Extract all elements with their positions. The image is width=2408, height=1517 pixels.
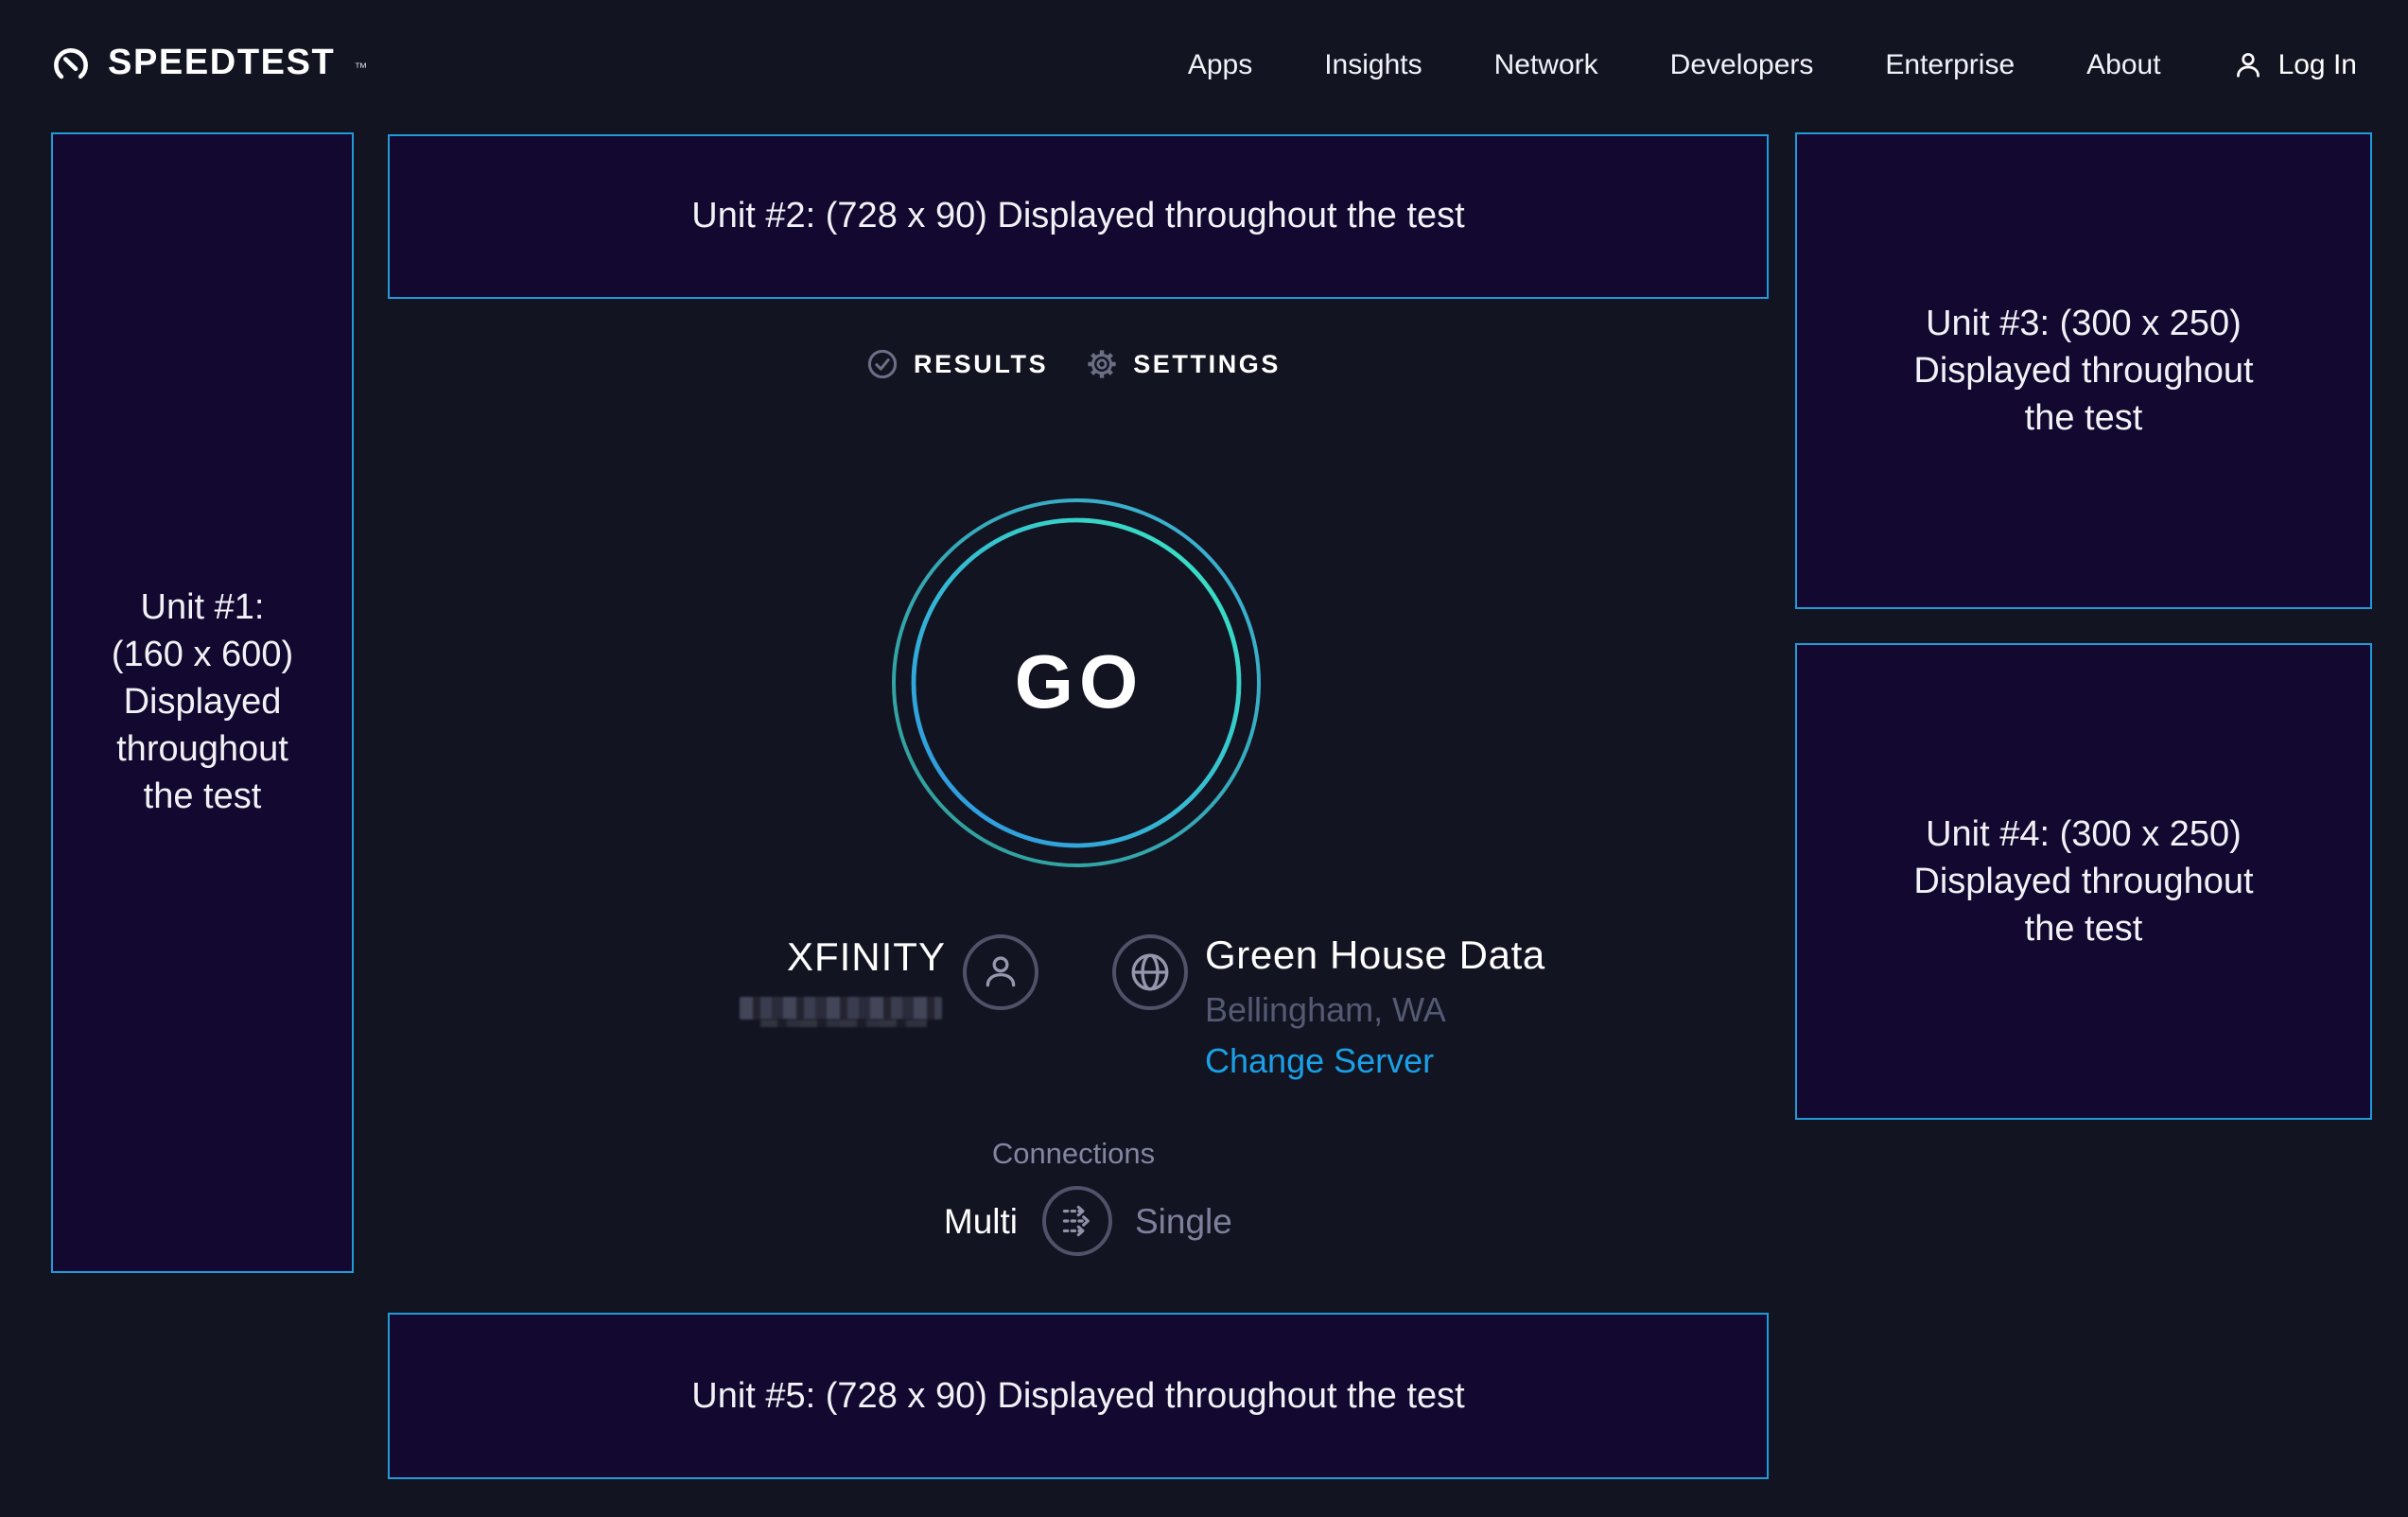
go-label: GO [887, 494, 1265, 872]
tab-bar: RESULTS SETTINGS [352, 348, 1795, 380]
server-name: Green House Data [1205, 934, 1545, 980]
isp-avatar [963, 934, 1038, 1010]
connections-multi-option[interactable]: Multi [829, 1201, 1018, 1243]
person-icon [980, 951, 1021, 993]
gear-icon [1086, 348, 1118, 380]
tab-results[interactable]: RESULTS [866, 348, 1048, 380]
connections-single-option[interactable]: Single [1135, 1201, 1232, 1243]
ad-unit-2-text: Unit #2: (728 x 90) Displayed throughout… [691, 193, 1465, 240]
ad-unit-4-text: Unit #4: (300 x 250) Displayed throughou… [1913, 811, 2253, 952]
ad-unit-5-leaderboard[interactable]: Unit #5: (728 x 90) Displayed throughout… [388, 1313, 1769, 1479]
nav-item-developers[interactable]: Developers [1670, 48, 1814, 80]
login-button[interactable]: Log In [2233, 48, 2357, 80]
logo-trademark: ™ [354, 62, 367, 76]
ad-unit-2-leaderboard[interactable]: Unit #2: (728 x 90) Displayed throughout… [388, 134, 1769, 299]
ad-unit-4-rectangle[interactable]: Unit #4: (300 x 250) Displayed throughou… [1795, 643, 2372, 1120]
speedometer-icon [51, 44, 91, 84]
header: SPEEDTEST ™ Apps Insights Network Develo… [0, 0, 2408, 129]
tab-settings[interactable]: SETTINGS [1086, 348, 1281, 380]
connections-toggle[interactable] [1042, 1186, 1112, 1256]
main-nav: Apps Insights Network Developers Enterpr… [1188, 48, 2357, 80]
nav-item-enterprise[interactable]: Enterprise [1885, 48, 2015, 80]
check-circle-icon [866, 348, 899, 380]
nav-item-about[interactable]: About [2086, 48, 2160, 80]
speedtest-page: SPEEDTEST ™ Apps Insights Network Develo… [0, 0, 2408, 1517]
change-server-link[interactable]: Change Server [1205, 1042, 1434, 1082]
multi-connection-arrows-icon [1056, 1199, 1099, 1243]
nav-item-network[interactable]: Network [1494, 48, 1598, 80]
ad-unit-1-text: Unit #1: (160 x 600) Displayed throughou… [112, 584, 293, 821]
obscured-ip-text-fringe [760, 1020, 927, 1027]
nav-item-apps[interactable]: Apps [1188, 48, 1252, 80]
go-button[interactable]: GO [887, 494, 1265, 872]
tab-settings-label: SETTINGS [1133, 350, 1281, 378]
speedtest-logo[interactable]: SPEEDTEST ™ [51, 44, 367, 85]
nav-item-insights[interactable]: Insights [1324, 48, 1422, 80]
obscured-ip-text [740, 997, 942, 1020]
tab-results-label: RESULTS [914, 350, 1048, 378]
ad-unit-3-rectangle[interactable]: Unit #3: (300 x 250) Displayed throughou… [1795, 132, 2372, 609]
connections-label: Connections [352, 1139, 1795, 1173]
login-label: Log In [2278, 48, 2357, 80]
globe-icon [1127, 950, 1173, 995]
server-badge [1112, 934, 1188, 1010]
ad-unit-1-skyscraper[interactable]: Unit #1: (160 x 600) Displayed throughou… [51, 132, 354, 1273]
ad-unit-3-text: Unit #3: (300 x 250) Displayed throughou… [1913, 300, 2253, 442]
logo-wordmark: SPEEDTEST [108, 44, 335, 85]
isp-name: XFINITY [681, 936, 946, 982]
server-location: Bellingham, WA [1205, 991, 1446, 1031]
user-icon [2233, 48, 2265, 80]
ad-unit-5-text: Unit #5: (728 x 90) Displayed throughout… [691, 1372, 1465, 1420]
